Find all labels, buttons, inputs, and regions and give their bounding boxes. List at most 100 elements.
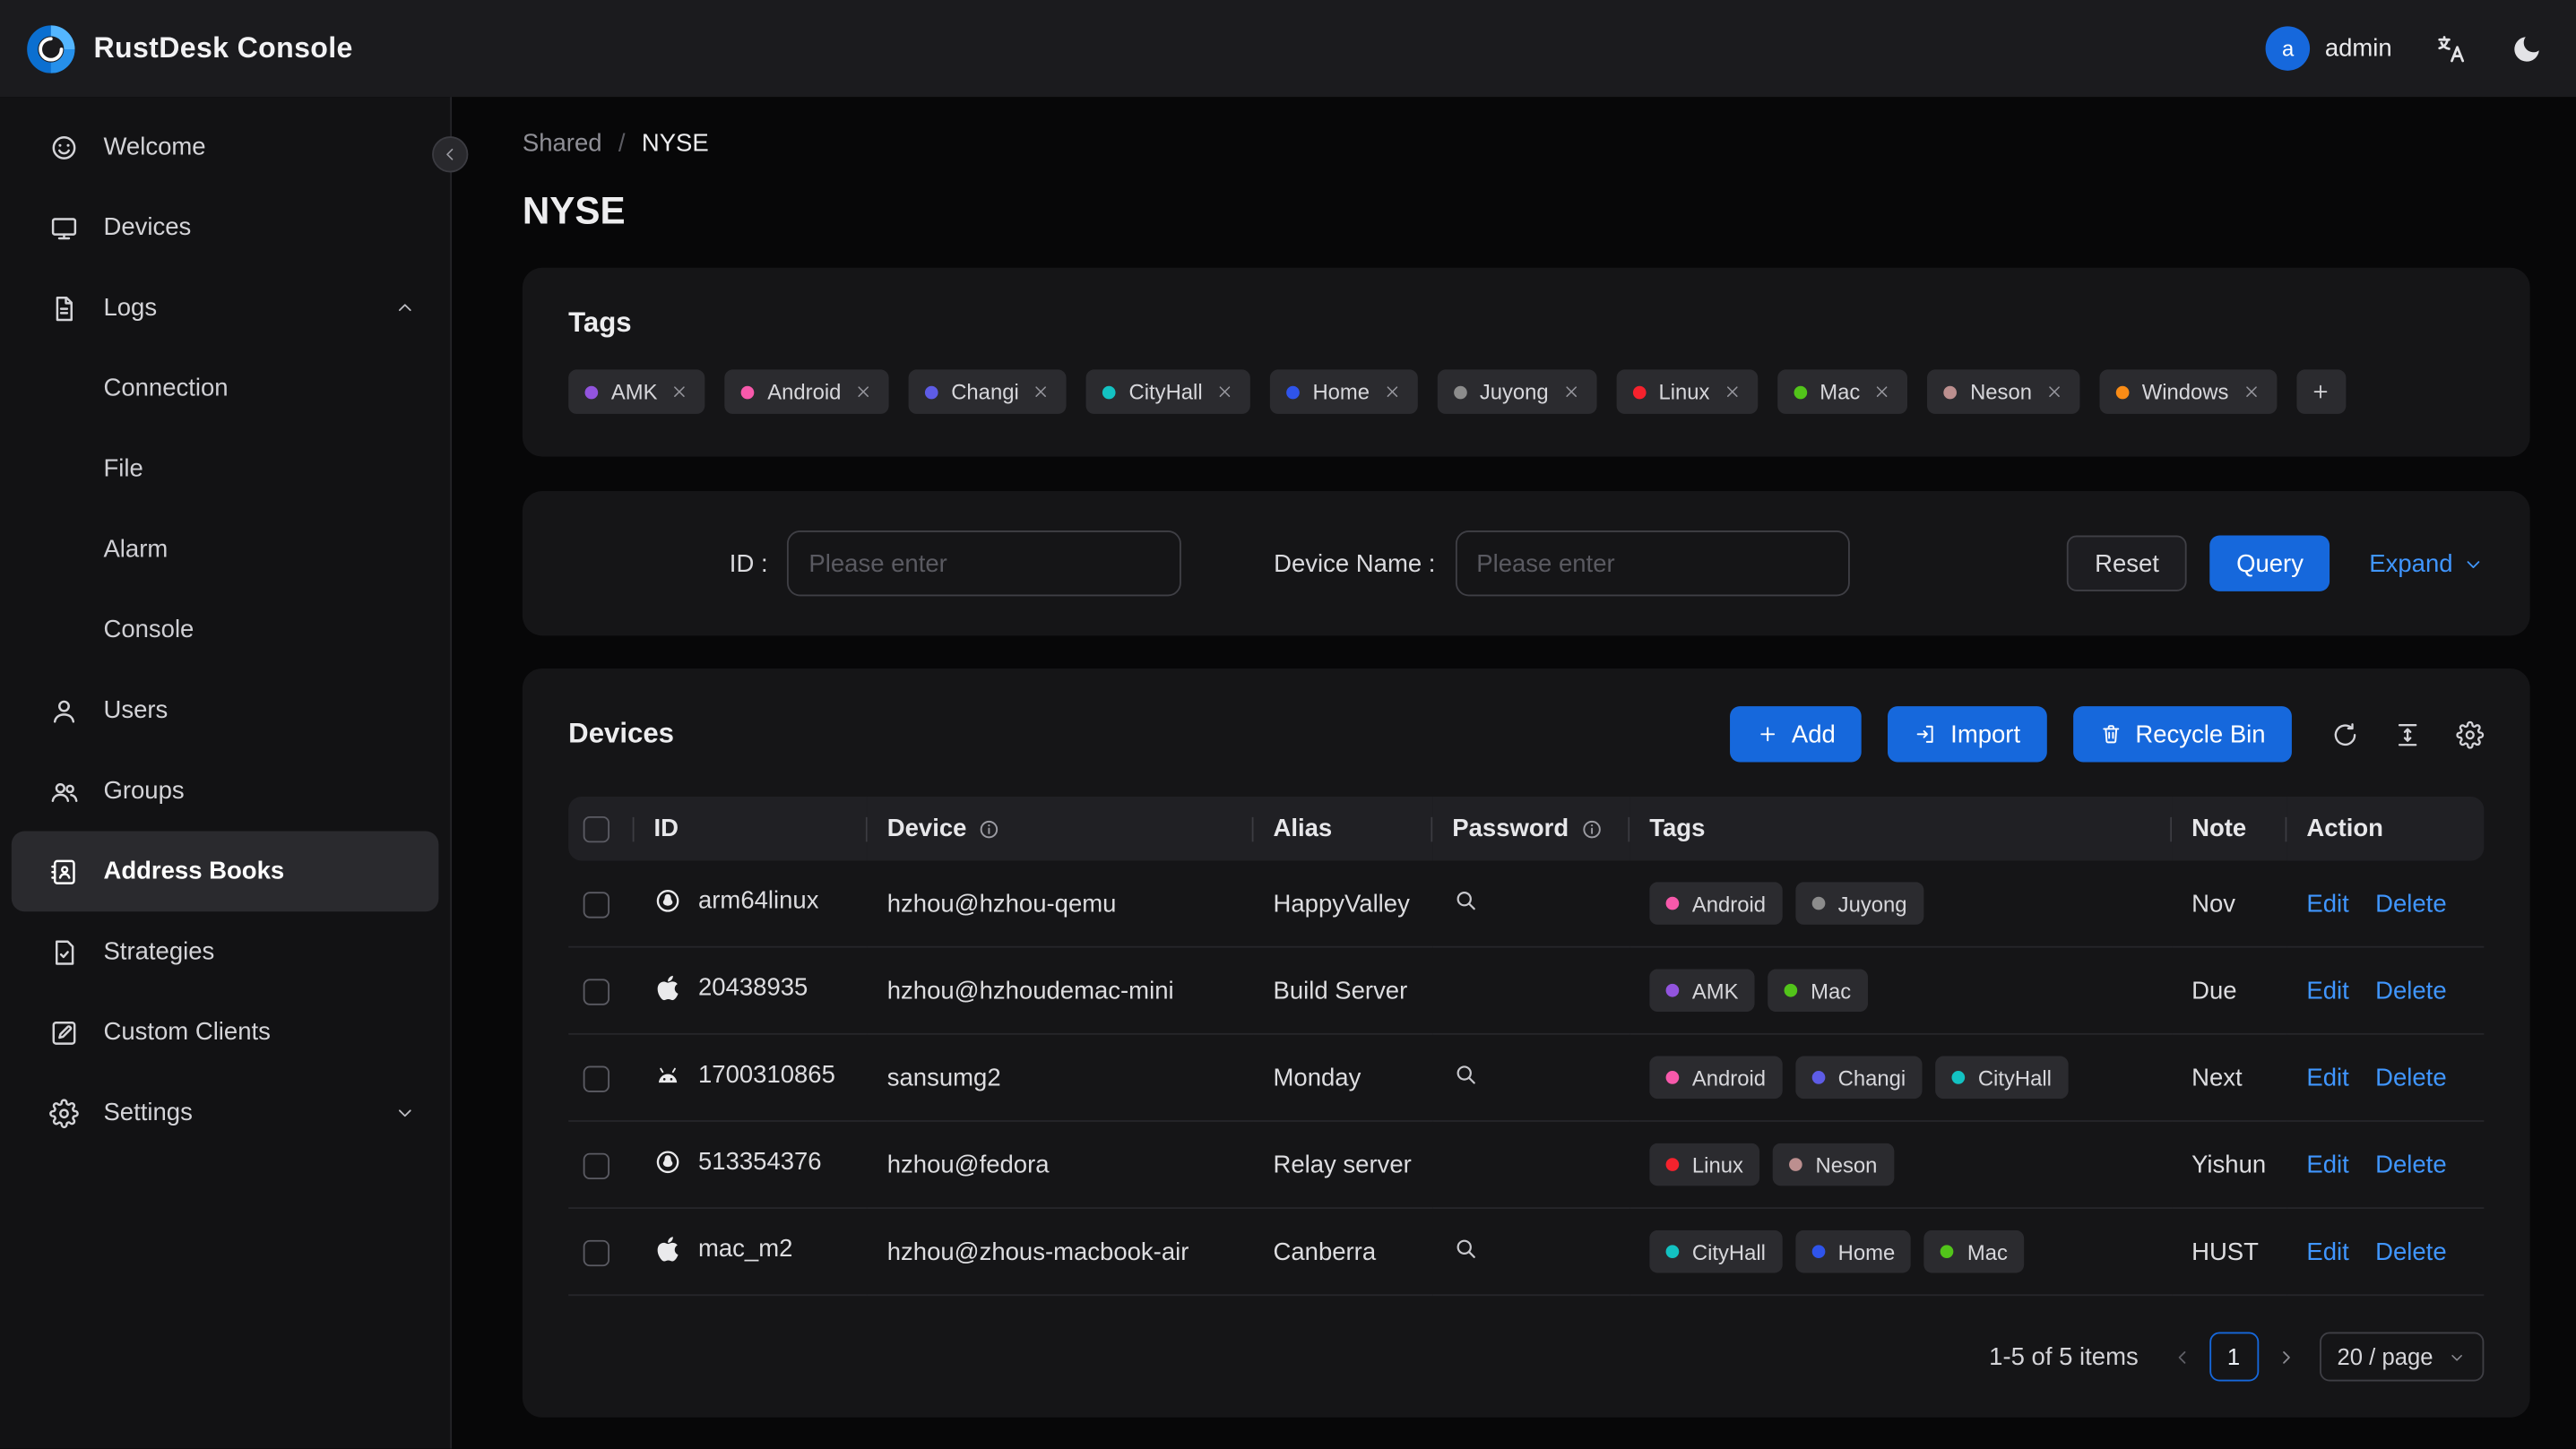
sidebar-item-custom-clients[interactable]: Custom Clients xyxy=(12,992,439,1073)
tag-remove-icon[interactable] xyxy=(1215,383,1233,401)
view-password-icon[interactable] xyxy=(1452,1061,1478,1087)
refresh-icon[interactable] xyxy=(2331,720,2359,748)
page-number-1[interactable]: 1 xyxy=(2209,1332,2259,1382)
page-size-value: 20 / page xyxy=(2337,1343,2433,1370)
tag-remove-icon[interactable] xyxy=(2242,383,2260,401)
delete-link[interactable]: Delete xyxy=(2375,1151,2446,1178)
sidebar-subitem-console[interactable]: Console xyxy=(12,590,439,670)
sidebar-item-label: Address Books xyxy=(103,857,285,885)
device-id: 20438935 xyxy=(697,972,808,1002)
previous-page-icon[interactable] xyxy=(2171,1346,2192,1367)
sidebar-subitem-connection[interactable]: Connection xyxy=(12,349,439,429)
row-checkbox[interactable] xyxy=(583,1238,610,1266)
tag-remove-icon[interactable] xyxy=(854,383,872,401)
delete-link[interactable]: Delete xyxy=(2375,1064,2446,1091)
next-page-icon[interactable] xyxy=(2275,1346,2296,1367)
sidebar-item-settings[interactable]: Settings xyxy=(12,1073,439,1153)
column-header-note: Note xyxy=(2172,796,2287,861)
row-checkbox[interactable] xyxy=(583,1151,610,1179)
delete-link[interactable]: Delete xyxy=(2375,1238,2446,1265)
sidebar-item-devices[interactable]: Devices xyxy=(12,187,439,268)
column-header-tags: Tags xyxy=(1629,796,2173,861)
device-id: arm64linux xyxy=(697,885,819,915)
sidebar-item-groups[interactable]: Groups xyxy=(12,751,439,832)
row-checkbox[interactable] xyxy=(583,891,610,918)
tag-color-dot xyxy=(1789,1158,1802,1171)
sidebar-item-users[interactable]: Users xyxy=(12,670,439,751)
recycle-bin-button[interactable]: Recycle Bin xyxy=(2072,706,2292,763)
query-button[interactable]: Query xyxy=(2209,535,2330,591)
tag-remove-icon[interactable] xyxy=(1561,383,1579,401)
tag-label: Android xyxy=(1691,891,1767,916)
edit-square-icon xyxy=(49,1017,79,1047)
username: admin xyxy=(2324,34,2392,63)
device-name-input[interactable] xyxy=(1455,530,1850,597)
edit-link[interactable]: Edit xyxy=(2306,1151,2348,1178)
tag-label: Juyong xyxy=(1479,379,1549,404)
tag-chip: Mac xyxy=(1776,369,1908,414)
edit-link[interactable]: Edit xyxy=(2306,1064,2348,1091)
trash-icon xyxy=(2099,722,2122,746)
sidebar-item-label: Strategies xyxy=(103,937,215,966)
breadcrumb-current: NYSE xyxy=(641,129,709,158)
tag-label: CityHall xyxy=(1128,379,1203,404)
pagination-summary: 1-5 of 5 items xyxy=(1989,1342,2139,1371)
device-name-filter-field: Device Name : xyxy=(1274,530,1850,597)
tag-chip: Android xyxy=(1649,882,1783,925)
add-device-button[interactable]: Add xyxy=(1729,706,1863,763)
device-id: 513354376 xyxy=(697,1147,822,1176)
view-password-icon[interactable] xyxy=(1452,887,1478,913)
tag-remove-icon[interactable] xyxy=(1383,383,1401,401)
user-menu[interactable]: a admin xyxy=(2265,26,2392,71)
view-password-icon[interactable] xyxy=(1452,1235,1478,1261)
edit-link[interactable]: Edit xyxy=(2306,890,2348,918)
info-icon[interactable] xyxy=(1580,817,1604,841)
sidebar-item-label: Users xyxy=(103,696,169,725)
sidebar-subitem-alarm[interactable]: Alarm xyxy=(12,509,439,590)
tag-remove-icon[interactable] xyxy=(1723,383,1741,401)
tag-remove-icon[interactable] xyxy=(2045,383,2063,401)
tag-chip: Android xyxy=(1649,1056,1783,1100)
row-checkbox[interactable] xyxy=(583,1065,610,1091)
breadcrumb-parent[interactable]: Shared xyxy=(523,130,602,158)
tag-remove-icon[interactable] xyxy=(670,383,688,401)
tag-color-dot xyxy=(1941,1245,1955,1259)
tag-chip: Juyong xyxy=(1437,369,1596,414)
sidebar-item-welcome[interactable]: Welcome xyxy=(12,107,439,187)
sidebar-item-address-books[interactable]: Address Books xyxy=(11,831,439,912)
column-label: Device xyxy=(886,815,967,843)
reset-button[interactable]: Reset xyxy=(2066,535,2188,591)
row-density-icon[interactable] xyxy=(2394,720,2422,748)
column-header-password: Password xyxy=(1432,796,1630,861)
select-all-checkbox[interactable] xyxy=(583,815,610,843)
import-button[interactable]: Import xyxy=(1888,706,2047,763)
add-tag-button[interactable] xyxy=(2295,369,2346,414)
tag-color-dot xyxy=(1811,1245,1825,1259)
tag-label: Mac xyxy=(1820,379,1861,404)
page-size-select[interactable]: 20 / page xyxy=(2319,1332,2485,1382)
tag-label: Home xyxy=(1312,379,1370,404)
sidebar-subitem-file[interactable]: File xyxy=(12,428,439,509)
language-translate-icon[interactable] xyxy=(2434,32,2468,65)
user-avatar[interactable]: a xyxy=(2265,26,2311,71)
table-settings-gear-icon[interactable] xyxy=(2456,720,2485,748)
device-note: Yishun xyxy=(2172,1122,2287,1210)
delete-link[interactable]: Delete xyxy=(2375,890,2446,918)
tag-remove-icon[interactable] xyxy=(1032,383,1050,401)
table-header-row: ID Device Alias Password Tags Note Action xyxy=(568,796,2485,861)
edit-link[interactable]: Edit xyxy=(2306,977,2348,1005)
sidebar-collapse-button[interactable] xyxy=(432,136,469,173)
sidebar-item-strategies[interactable]: Strategies xyxy=(12,911,439,992)
tag-color-dot xyxy=(1665,1071,1680,1084)
delete-link[interactable]: Delete xyxy=(2375,977,2446,1005)
edit-link[interactable]: Edit xyxy=(2306,1238,2348,1265)
device-alias: Monday xyxy=(1253,1035,1433,1122)
expand-link[interactable]: Expand xyxy=(2369,549,2484,577)
theme-toggle-moon-icon[interactable] xyxy=(2511,32,2544,65)
tag-remove-icon[interactable] xyxy=(1873,383,1891,401)
info-icon[interactable] xyxy=(978,817,1001,841)
sidebar-item-logs[interactable]: Logs xyxy=(12,268,439,349)
id-input[interactable] xyxy=(787,530,1182,597)
row-checkbox[interactable] xyxy=(583,978,610,1005)
tag-label: Android xyxy=(767,379,842,404)
